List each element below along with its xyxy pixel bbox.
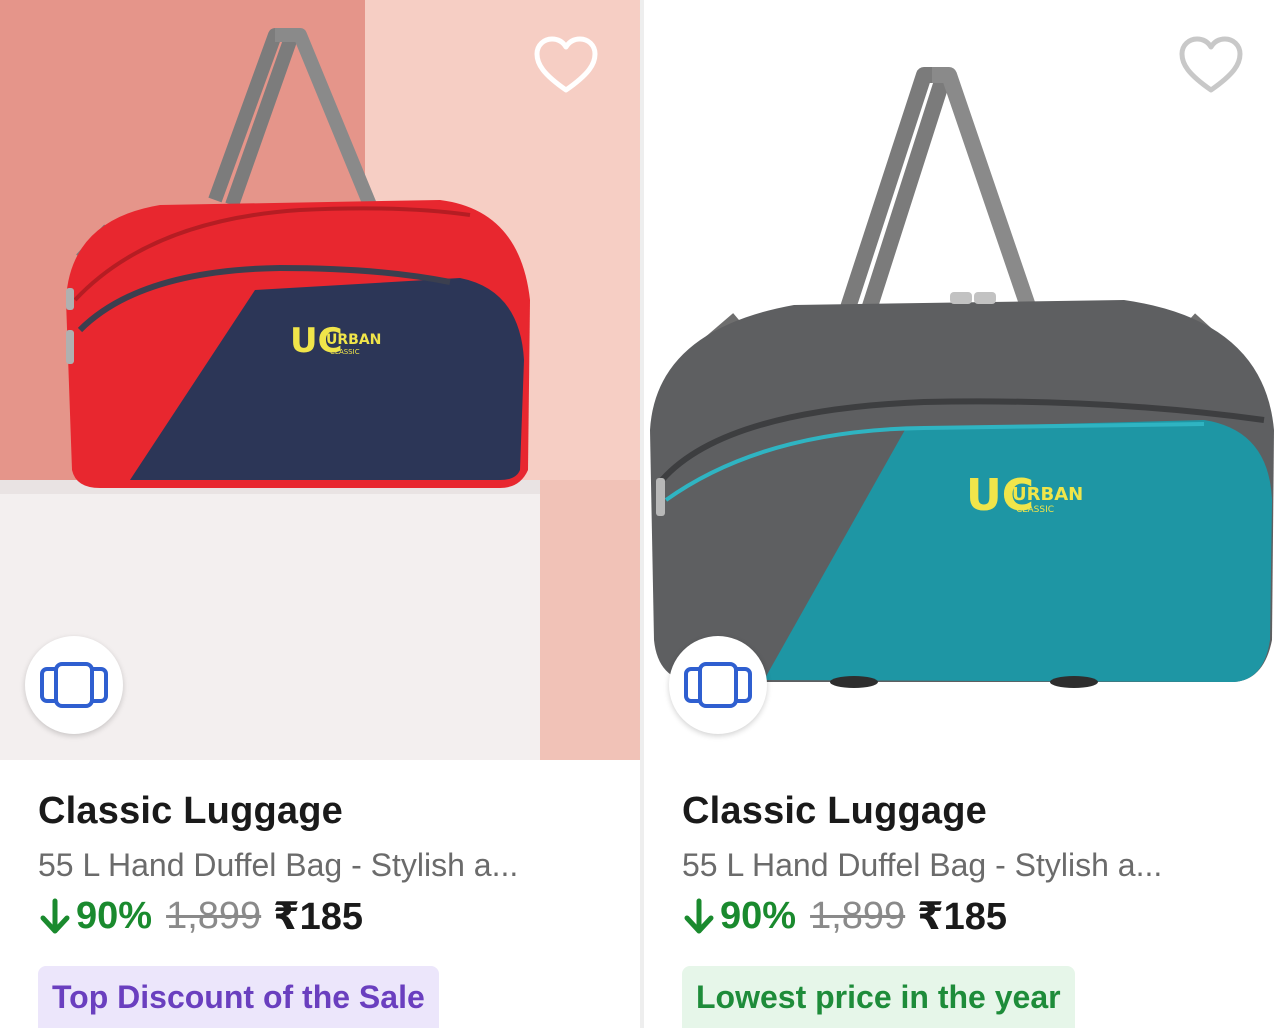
brand-name: Classic Luggage	[682, 790, 987, 832]
product-info: Classic Luggage 55 L Hand Duffel Bag - S…	[38, 790, 620, 939]
sale-price: ₹185	[917, 896, 1007, 938]
promo-tag: Top Discount of the Sale	[38, 966, 439, 1028]
stacked-cards-icon	[684, 662, 752, 708]
product-grid: UC URBAN CLASSIC Classic Luggage 55 L Ha…	[0, 0, 1280, 1028]
svg-text:CLASSIC: CLASSIC	[1016, 505, 1054, 515]
discount-percent: 90%	[720, 895, 797, 937]
original-price: 1,899	[166, 895, 262, 937]
arrow-down-icon	[40, 898, 70, 933]
arrow-down-icon	[684, 898, 714, 933]
svg-text:CLASSIC: CLASSIC	[330, 348, 360, 356]
product-info: Classic Luggage 55 L Hand Duffel Bag - S…	[682, 790, 1260, 939]
discount-percent: 90%	[76, 895, 153, 937]
price-row: 90% 1,899 ₹185	[682, 894, 1260, 939]
similar-products-button[interactable]	[25, 636, 123, 734]
svg-text:URBAN: URBAN	[326, 332, 381, 348]
stacked-cards-icon	[40, 662, 108, 708]
product-description: 55 L Hand Duffel Bag - Stylish a...	[682, 847, 1163, 883]
price-row: 90% 1,899 ₹185	[38, 894, 620, 939]
similar-products-button[interactable]	[669, 636, 767, 734]
product-description: 55 L Hand Duffel Bag - Stylish a...	[38, 847, 519, 883]
original-price: 1,899	[810, 895, 906, 937]
product-card[interactable]: UC URBAN CLASSIC Classic Luggage 55 L Ha…	[644, 0, 1280, 1028]
brand-name: Classic Luggage	[38, 790, 343, 832]
sale-price: ₹185	[273, 896, 363, 938]
product-card[interactable]: UC URBAN CLASSIC Classic Luggage 55 L Ha…	[0, 0, 640, 1028]
svg-text:URBAN: URBAN	[1012, 484, 1083, 505]
promo-tag: Lowest price in the year	[682, 966, 1075, 1028]
wishlist-heart-icon[interactable]	[533, 36, 599, 96]
wishlist-heart-icon[interactable]	[1178, 36, 1244, 96]
